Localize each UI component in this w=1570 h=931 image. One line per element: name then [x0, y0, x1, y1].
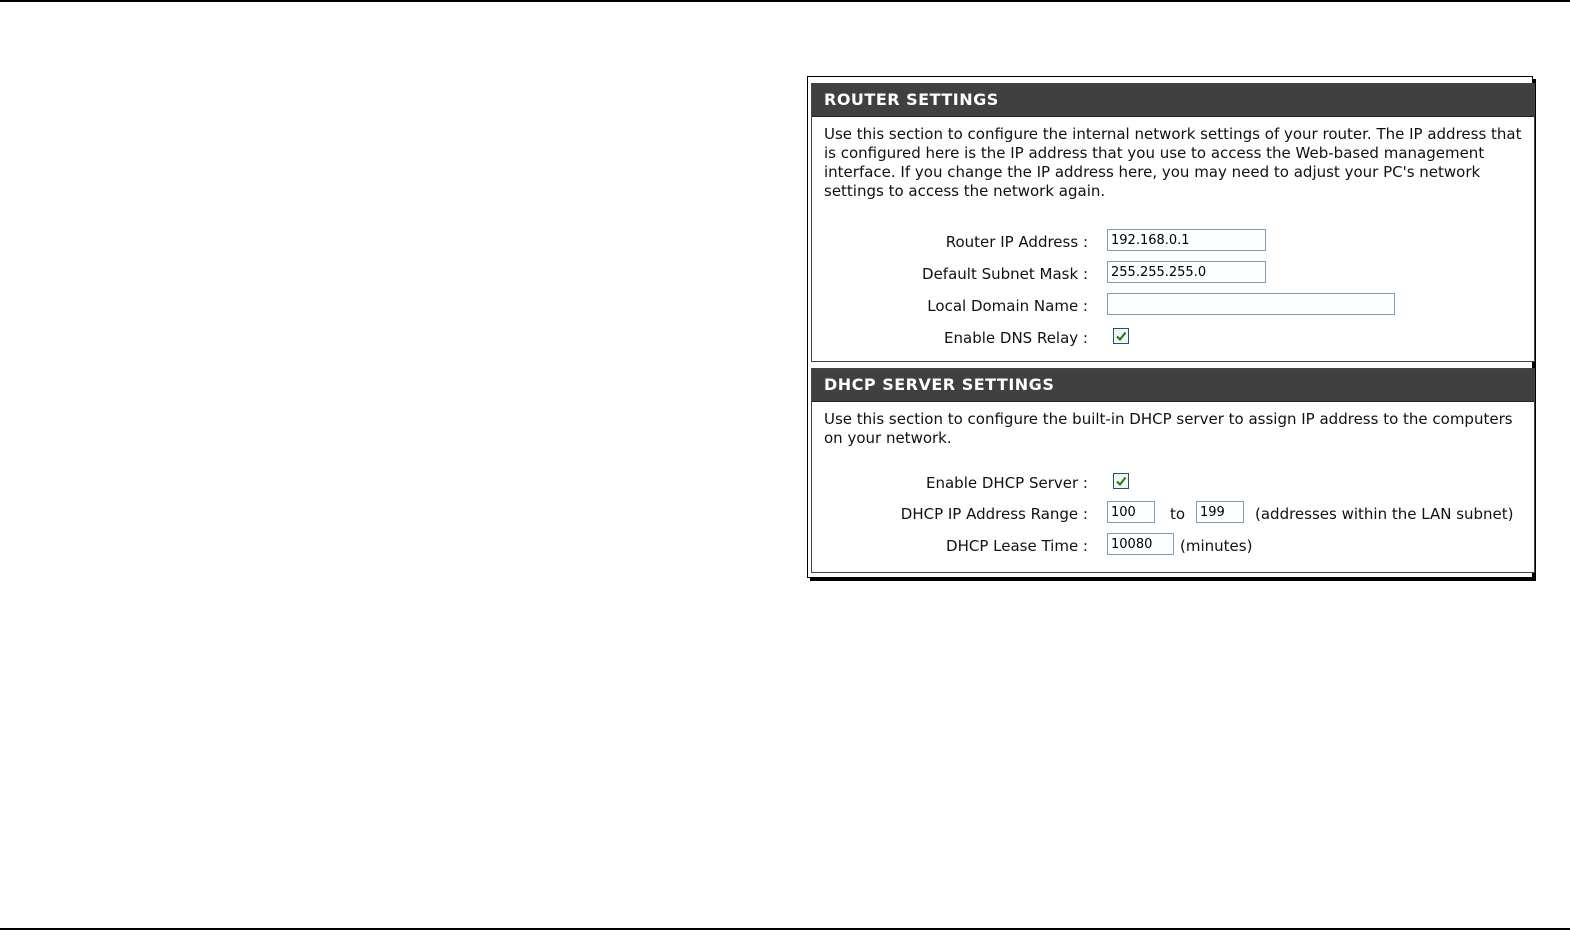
subnet-mask-label: Default Subnet Mask : [922, 265, 1088, 283]
lease-time-row: DHCP Lease Time : (minutes) [812, 533, 1534, 559]
enable-dhcp-checkbox[interactable] [1113, 473, 1129, 489]
dhcp-range-end-input[interactable] [1196, 501, 1244, 523]
router-ip-row: Router IP Address : [812, 229, 1534, 255]
enable-dhcp-row: Enable DHCP Server : [812, 470, 1534, 496]
router-ip-input[interactable] [1107, 229, 1266, 251]
dns-relay-checkbox[interactable] [1113, 328, 1129, 344]
dhcp-range-start-input[interactable] [1107, 501, 1155, 523]
lease-time-unit: (minutes) [1180, 537, 1253, 555]
router-settings-header: ROUTER SETTINGS [812, 84, 1534, 117]
dhcp-range-note: (addresses within the LAN subnet) [1255, 505, 1514, 523]
checkmark-icon [1116, 331, 1127, 342]
checkmark-icon [1116, 476, 1127, 487]
router-settings-screenshot: ROUTER SETTINGS Use this section to conf… [807, 76, 1535, 578]
lease-time-label: DHCP Lease Time : [946, 537, 1088, 555]
page-bottom-rule [0, 928, 1570, 930]
router-settings-description: Use this section to configure the intern… [824, 125, 1522, 200]
router-ip-label: Router IP Address : [945, 233, 1088, 251]
dns-relay-row: Enable DNS Relay : [812, 325, 1534, 351]
local-domain-label: Local Domain Name : [927, 297, 1088, 315]
dhcp-settings-description: Use this section to configure the built-… [824, 410, 1513, 447]
local-domain-row: Local Domain Name : [812, 293, 1534, 319]
dhcp-range-to-text: to [1170, 505, 1186, 523]
subnet-mask-row: Default Subnet Mask : [812, 261, 1534, 287]
local-domain-input[interactable] [1107, 293, 1395, 315]
dhcp-range-label: DHCP IP Address Range : [900, 505, 1088, 523]
page-top-rule [0, 0, 1570, 2]
dhcp-settings-panel: DHCP SERVER SETTINGS Use this section to… [811, 368, 1535, 573]
dhcp-settings-header: DHCP SERVER SETTINGS [812, 369, 1534, 402]
enable-dhcp-label: Enable DHCP Server : [926, 474, 1088, 492]
dns-relay-label: Enable DNS Relay : [944, 329, 1088, 347]
router-settings-panel: ROUTER SETTINGS Use this section to conf… [811, 83, 1535, 362]
lease-time-input[interactable] [1107, 533, 1174, 555]
dhcp-range-row: DHCP IP Address Range : to (addresses wi… [812, 501, 1534, 527]
subnet-mask-input[interactable] [1107, 261, 1266, 283]
